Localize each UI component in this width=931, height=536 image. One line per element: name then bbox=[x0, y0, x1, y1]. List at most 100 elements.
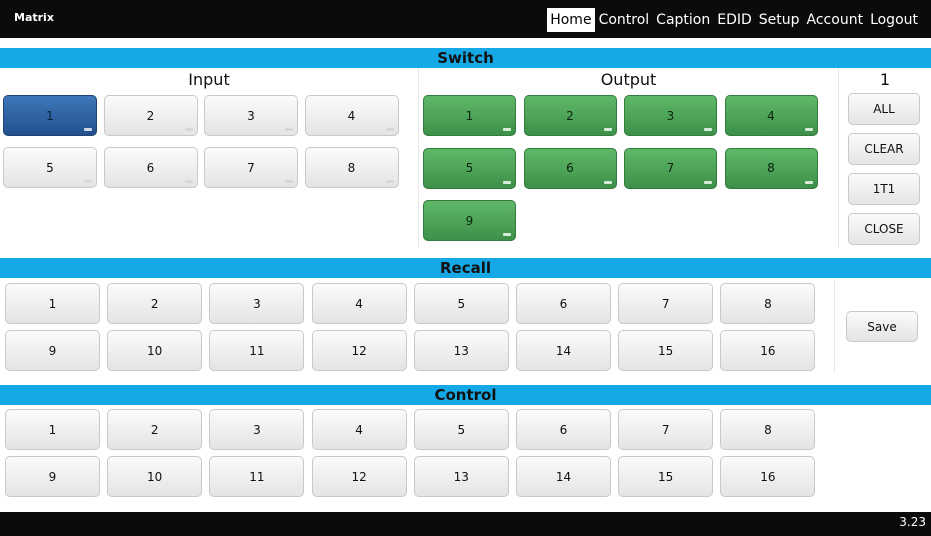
recall-preset-16[interactable]: 16 bbox=[720, 330, 816, 371]
button-label: 4 bbox=[347, 108, 356, 123]
recall-preset-8[interactable]: 8 bbox=[720, 283, 816, 324]
button-label: 8 bbox=[347, 160, 356, 175]
nav-setup[interactable]: Setup bbox=[756, 8, 803, 32]
bottom-bar: 3.23 bbox=[0, 512, 931, 536]
recall-preset-4[interactable]: 4 bbox=[311, 283, 407, 324]
indicator-mark bbox=[285, 180, 293, 183]
control-button-15[interactable]: 15 bbox=[618, 456, 714, 497]
nav-edid[interactable]: EDID bbox=[714, 8, 755, 32]
app-brand: Matrix bbox=[14, 11, 54, 24]
recall-preset-13[interactable]: 13 bbox=[413, 330, 509, 371]
button-label: 7 bbox=[666, 161, 675, 175]
output-button-5[interactable]: 5 bbox=[423, 147, 516, 189]
recall-preset-5[interactable]: 5 bbox=[413, 283, 509, 324]
all-button[interactable]: ALL bbox=[848, 93, 920, 125]
nav-logout[interactable]: Logout bbox=[867, 8, 921, 32]
button-label: 1 bbox=[46, 108, 54, 123]
recall-preset-6[interactable]: 6 bbox=[516, 283, 611, 324]
button-label: 2 bbox=[150, 296, 159, 311]
recall-preset-3[interactable]: 3 bbox=[209, 283, 305, 324]
output-button-3[interactable]: 3 bbox=[624, 95, 717, 136]
input-button-1[interactable]: 1 bbox=[3, 95, 97, 136]
control-button-13[interactable]: 13 bbox=[413, 456, 509, 497]
button-label: 9 bbox=[48, 343, 57, 358]
control-button-16[interactable]: 16 bbox=[720, 456, 816, 497]
indicator-mark bbox=[704, 180, 712, 184]
control-button-11[interactable]: 11 bbox=[209, 456, 305, 497]
button-label: 3 bbox=[247, 108, 255, 123]
switch-section-header: Switch bbox=[0, 48, 931, 68]
button-label: 15 bbox=[658, 343, 674, 358]
output-button-4[interactable]: 4 bbox=[724, 95, 818, 136]
button-label: 2 bbox=[566, 108, 574, 123]
button-label: 4 bbox=[767, 108, 775, 123]
divider bbox=[838, 68, 839, 248]
one-to-one-button[interactable]: 1T1 bbox=[848, 173, 920, 205]
button-label: 2 bbox=[146, 108, 155, 123]
indicator-mark bbox=[704, 128, 712, 131]
control-button-9[interactable]: 9 bbox=[5, 456, 100, 497]
button-label: 14 bbox=[555, 343, 572, 358]
clear-button[interactable]: CLEAR bbox=[848, 133, 920, 165]
indicator-mark bbox=[84, 128, 92, 131]
recall-preset-11[interactable]: 11 bbox=[209, 330, 305, 371]
nav-account[interactable]: Account bbox=[804, 8, 867, 32]
recall-preset-9[interactable]: 9 bbox=[5, 330, 100, 371]
control-button-6[interactable]: 6 bbox=[516, 409, 611, 450]
recall-preset-7[interactable]: 7 bbox=[618, 283, 714, 324]
control-button-5[interactable]: 5 bbox=[413, 409, 509, 450]
nav-control[interactable]: Control bbox=[596, 8, 653, 32]
button-label: 4 bbox=[355, 422, 363, 437]
close-button[interactable]: CLOSE bbox=[848, 213, 920, 245]
recall-preset-10[interactable]: 10 bbox=[107, 330, 203, 371]
button-label: 9 bbox=[465, 213, 474, 228]
nav-home[interactable]: Home bbox=[547, 8, 595, 32]
indicator-mark bbox=[84, 180, 92, 183]
save-button[interactable]: Save bbox=[846, 311, 918, 342]
control-button-4[interactable]: 4 bbox=[311, 409, 407, 450]
recall-preset-1[interactable]: 1 bbox=[5, 283, 100, 324]
control-button-14[interactable]: 14 bbox=[516, 456, 611, 497]
input-button-7[interactable]: 7 bbox=[204, 147, 298, 188]
button-label: 12 bbox=[351, 343, 367, 358]
button-label: 8 bbox=[764, 422, 772, 437]
output-button-7[interactable]: 7 bbox=[624, 147, 717, 189]
recall-preset-2[interactable]: 2 bbox=[107, 283, 203, 324]
control-button-8[interactable]: 8 bbox=[720, 409, 816, 450]
top-bar: Matrix Home Control Caption EDID Setup A… bbox=[0, 0, 931, 38]
input-button-3[interactable]: 3 bbox=[204, 95, 298, 136]
input-button-8[interactable]: 8 bbox=[304, 147, 399, 188]
output-button-8[interactable]: 8 bbox=[724, 147, 818, 189]
recall-preset-12[interactable]: 12 bbox=[311, 330, 407, 371]
output-button-2[interactable]: 2 bbox=[523, 95, 617, 136]
indicator-mark bbox=[503, 233, 511, 236]
input-button-2[interactable]: 2 bbox=[103, 95, 198, 136]
button-label: 7 bbox=[247, 160, 255, 175]
output-button-1[interactable]: 1 bbox=[423, 95, 516, 136]
indicator-mark bbox=[603, 180, 612, 184]
button-label: 5 bbox=[457, 422, 466, 437]
control-button-3[interactable]: 3 bbox=[209, 409, 305, 450]
control-button-1[interactable]: 1 bbox=[5, 409, 100, 450]
recall-preset-14[interactable]: 14 bbox=[516, 330, 611, 371]
output-button-9[interactable]: 9 bbox=[423, 200, 516, 241]
control-button-10[interactable]: 10 bbox=[107, 456, 203, 497]
input-button-5[interactable]: 5 bbox=[3, 147, 97, 188]
button-label: 6 bbox=[566, 161, 574, 175]
button-label: 13 bbox=[453, 469, 469, 484]
button-label: 16 bbox=[760, 343, 776, 358]
output-button-6[interactable]: 6 bbox=[523, 147, 617, 189]
button-label: 5 bbox=[465, 161, 474, 175]
button-label: 6 bbox=[559, 296, 568, 311]
indicator-mark bbox=[385, 180, 394, 183]
recall-section-header: Recall bbox=[0, 258, 931, 278]
input-button-6[interactable]: 6 bbox=[103, 147, 198, 188]
nav-caption[interactable]: Caption bbox=[653, 8, 713, 32]
indicator-mark bbox=[285, 128, 293, 131]
control-button-7[interactable]: 7 bbox=[618, 409, 714, 450]
control-button-2[interactable]: 2 bbox=[107, 409, 203, 450]
control-button-12[interactable]: 12 bbox=[311, 456, 407, 497]
indicator-mark bbox=[603, 128, 612, 131]
recall-preset-15[interactable]: 15 bbox=[618, 330, 714, 371]
input-button-4[interactable]: 4 bbox=[304, 95, 399, 136]
